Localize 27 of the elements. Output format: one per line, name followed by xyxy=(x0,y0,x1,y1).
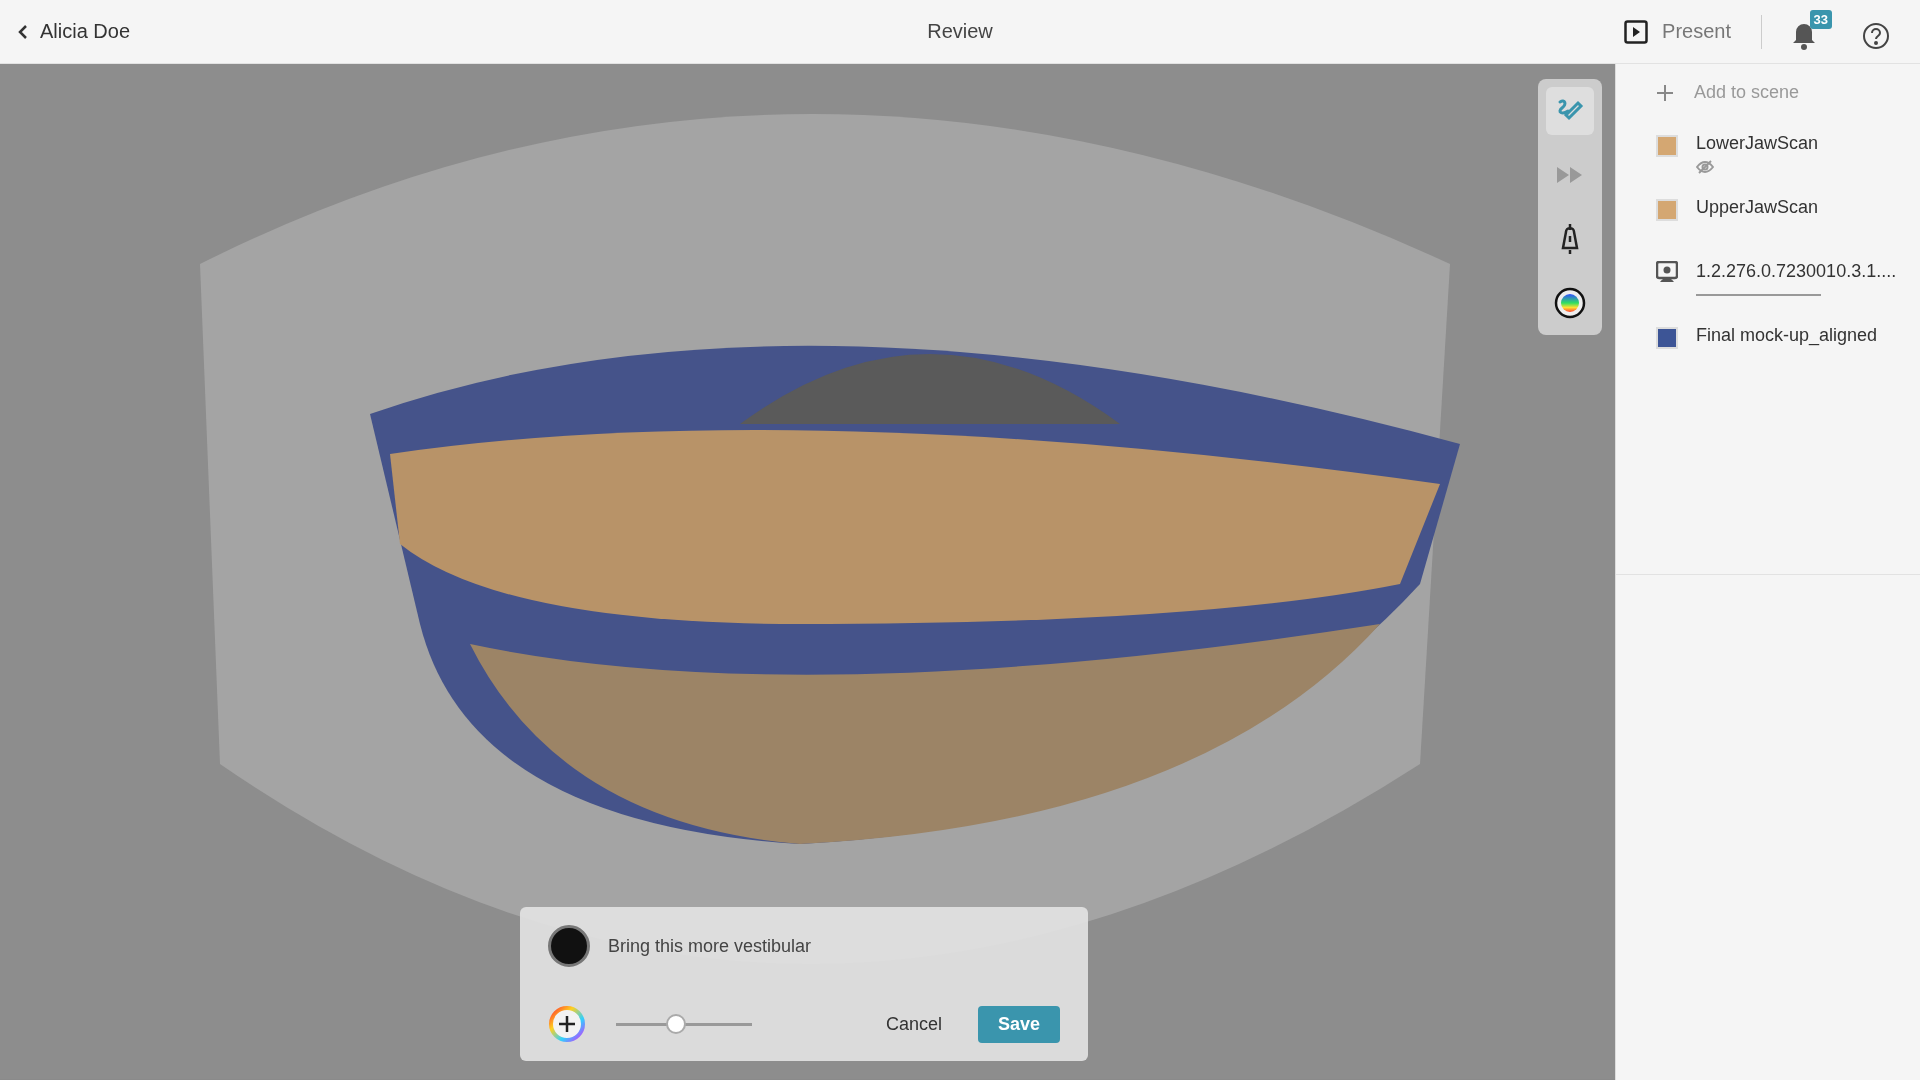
add-color-icon[interactable] xyxy=(548,1005,586,1043)
layer-color-swatch[interactable] xyxy=(1656,199,1678,221)
clip-icon xyxy=(1559,222,1581,256)
layer-color-swatch[interactable] xyxy=(1656,327,1678,349)
slider-thumb[interactable] xyxy=(665,1014,686,1034)
size-slider[interactable] xyxy=(616,1014,752,1034)
volume-icon xyxy=(1656,261,1678,283)
plus-icon xyxy=(1656,83,1674,102)
present-button[interactable]: Present xyxy=(1620,15,1735,48)
notification-count: 33 xyxy=(1809,9,1832,29)
layer-name[interactable]: UpperJawScan xyxy=(1696,197,1819,218)
page-title: Review xyxy=(927,20,993,43)
layer-name[interactable]: 1.2.276.0.7230010.3.1.... xyxy=(1696,261,1897,282)
eye-off-icon[interactable] xyxy=(1696,160,1714,174)
layer-name[interactable]: Final mock-up_aligned xyxy=(1696,325,1878,346)
layer-color-swatch[interactable] xyxy=(1656,135,1678,157)
help-icon xyxy=(1862,21,1890,50)
play-icon xyxy=(1624,19,1649,44)
cancel-button[interactable]: Cancel xyxy=(865,1005,962,1043)
bell-icon xyxy=(1792,21,1816,50)
layer-name[interactable]: LowerJawScan xyxy=(1696,133,1819,154)
back-button[interactable]: Alicia Doe xyxy=(14,16,135,47)
comment-input[interactable]: Bring this more vestibular xyxy=(606,934,1060,958)
avatar xyxy=(548,925,590,967)
chevron-left-icon xyxy=(18,23,28,40)
color-scale-icon xyxy=(1554,287,1586,319)
fast-forward-icon xyxy=(1557,165,1583,185)
